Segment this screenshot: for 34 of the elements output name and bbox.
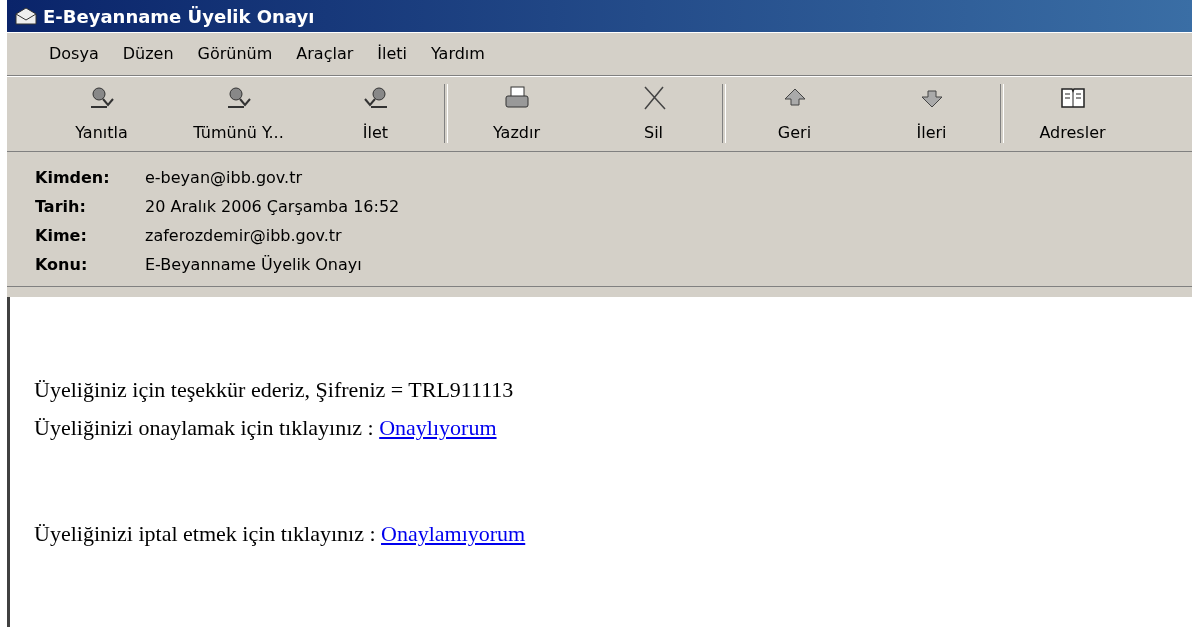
header-value: 20 Aralık 2006 Çarşamba 16:52 — [145, 197, 401, 216]
menu-item[interactable]: Düzen — [114, 40, 182, 68]
person-arrow-icon — [362, 85, 389, 111]
body-text: Üyeliğinizi iptal etmek için tıklayınız : — [34, 521, 377, 546]
header-label: Kimden: — [35, 168, 111, 187]
toolbar-button[interactable]: Geri — [726, 76, 863, 151]
body-text: Üyeliğinizi onaylamak için tıklayınız : — [34, 415, 375, 440]
menu-item[interactable]: Görünüm — [189, 40, 281, 68]
header-value: E-Beyanname Üyelik Onayı — [145, 255, 363, 274]
header-label: Tarih: — [35, 197, 87, 216]
toolbar-button[interactable]: Adresler — [1004, 76, 1141, 151]
header-value: e-beyan@ibb.gov.tr — [145, 168, 303, 187]
body-link[interactable]: Onaylıyorum — [379, 415, 497, 440]
menu-item[interactable]: İleti — [369, 40, 416, 68]
person-arrow-icon — [225, 85, 252, 111]
toolbar-button[interactable]: Tümünü Y... — [170, 76, 307, 151]
toolbar-button[interactable]: Sil — [585, 76, 722, 151]
printer-icon — [503, 85, 530, 111]
window-title: E-Beyanname Üyelik Onayı — [43, 5, 315, 27]
header-label: Konu: — [35, 255, 89, 274]
menu-item[interactable]: Yardım — [423, 40, 493, 68]
toolbar-button[interactable]: İleri — [863, 76, 1000, 151]
toolbar-button[interactable]: İlet — [307, 76, 444, 151]
menu-item[interactable]: Araçlar — [288, 40, 362, 68]
body-text: Üyeliğiniz için teşekkür ederiz, Şifreniz = TRL911113 — [34, 377, 514, 402]
header-label: Kime: — [35, 226, 88, 245]
person-arrow-icon — [88, 85, 115, 111]
toolbar-button[interactable]: Yazdır — [448, 76, 585, 151]
body-link[interactable]: Onaylamıyorum — [381, 521, 526, 546]
header-value: zaferozdemir@ibb.gov.tr — [145, 226, 343, 245]
book-icon — [1059, 85, 1086, 111]
toolbar-button[interactable]: Yanıtla — [33, 76, 170, 151]
envelope-icon — [15, 7, 37, 26]
menu-item[interactable]: Dosya — [41, 40, 107, 68]
